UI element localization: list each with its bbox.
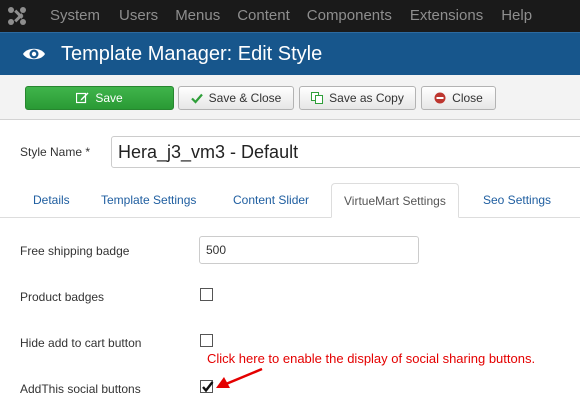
free-shipping-input[interactable]: 500 bbox=[199, 236, 419, 264]
tab-details[interactable]: Details bbox=[33, 183, 70, 217]
style-name-label: Style Name * bbox=[20, 145, 91, 159]
addthis-social-checkbox[interactable] bbox=[200, 380, 214, 393]
nav-item-components[interactable]: Components bbox=[307, 0, 392, 32]
free-shipping-label: Free shipping badge bbox=[20, 244, 130, 258]
save-as-copy-button[interactable]: Save as Copy bbox=[299, 86, 416, 110]
nav-item-extensions[interactable]: Extensions bbox=[410, 0, 483, 32]
nav-item-content[interactable]: Content bbox=[237, 0, 290, 32]
hide-add-to-cart-label: Hide add to cart button bbox=[20, 336, 142, 350]
copy-icon bbox=[311, 92, 324, 104]
save-close-button[interactable]: Save & Close bbox=[178, 86, 294, 110]
annotation-text: Click here to enable the display of soci… bbox=[207, 351, 536, 366]
nav-item-system[interactable]: System bbox=[50, 0, 100, 32]
page-title: Template Manager: Edit Style bbox=[61, 43, 323, 65]
page-header: Template Manager: Edit Style bbox=[0, 32, 580, 75]
save-as-copy-label: Save as Copy bbox=[329, 91, 404, 105]
checkmark-icon bbox=[202, 381, 214, 393]
toolbar: Save Save & Close Save as Copy Close bbox=[0, 75, 580, 120]
tab-content-slider[interactable]: Content Slider bbox=[233, 183, 309, 217]
addthis-social-label: AddThis social buttons bbox=[20, 382, 141, 396]
arrow-icon bbox=[216, 367, 263, 388]
nav-item-help[interactable]: Help bbox=[501, 0, 532, 32]
style-name-input[interactable]: Hera_j3_vm3 - Default bbox=[111, 136, 580, 168]
top-navbar: System Users Menus Content Components Ex… bbox=[0, 0, 580, 33]
cancel-icon bbox=[434, 92, 446, 104]
eye-icon bbox=[22, 44, 46, 64]
save-button-label: Save bbox=[95, 91, 123, 105]
nav-item-users[interactable]: Users bbox=[119, 0, 158, 32]
nav-item-menus[interactable]: Menus bbox=[175, 0, 220, 32]
save-button[interactable]: Save bbox=[25, 86, 174, 110]
edit-icon bbox=[76, 92, 89, 104]
hide-add-to-cart-checkbox[interactable] bbox=[200, 334, 213, 347]
tab-template-settings[interactable]: Template Settings bbox=[101, 183, 196, 217]
joomla-logo-icon[interactable] bbox=[4, 4, 30, 28]
product-badges-checkbox[interactable] bbox=[200, 288, 213, 301]
save-close-label: Save & Close bbox=[208, 91, 282, 105]
tab-bar: Details Template Settings Content Slider… bbox=[0, 183, 580, 218]
close-button[interactable]: Close bbox=[421, 86, 496, 110]
tab-seo-settings[interactable]: Seo Settings bbox=[483, 183, 551, 217]
product-badges-label: Product badges bbox=[20, 290, 105, 304]
close-label: Close bbox=[452, 91, 483, 105]
check-icon bbox=[190, 93, 203, 104]
tab-virtuemart-settings[interactable]: VirtueMart Settings bbox=[331, 183, 459, 218]
